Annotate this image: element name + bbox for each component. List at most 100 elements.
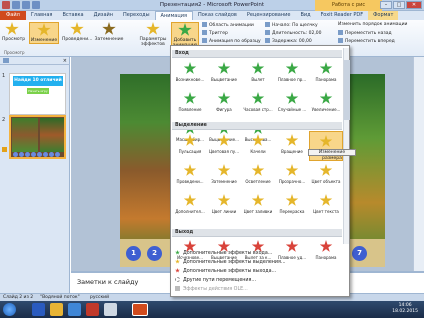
thumb-button: Начать игру [27,88,49,94]
start-field[interactable]: Начало: По щелчку [265,22,318,28]
effect-item[interactable]: Проведени... [173,161,207,191]
close-panel-icon[interactable]: × [63,58,67,64]
effect-wipe[interactable]: Проведени... [62,22,92,42]
effect-label: Увеличение... [311,107,341,112]
tab-animations[interactable]: Анимация [154,11,193,20]
effect-star-icon [217,134,231,146]
effect-item[interactable]: Вращение [275,131,309,161]
effect1-label: Изменение [30,38,58,43]
arrow-up-icon [338,30,343,35]
effect-item[interactable]: Цвет текста [309,191,343,221]
effect-label: Плавное пр... [277,77,307,82]
effect-item[interactable]: Вылет [241,59,275,89]
effect-item[interactable]: Фигура [207,89,241,119]
maximize-button[interactable]: □ [393,1,405,9]
effect-label: Цвет заливки [243,209,273,214]
effect-item[interactable]: Прозрачно... [275,161,309,191]
vertical-scrollbar[interactable] [413,57,424,271]
effect-item[interactable]: Плавное пр... [275,59,309,89]
effect-item[interactable]: Пульсация [173,131,207,161]
start-select[interactable]: По щелчку [292,23,318,28]
painter-label: Анимация по образцу [209,39,261,44]
slides-tab-icon[interactable] [3,58,9,63]
tab-file[interactable]: Файл [0,11,26,20]
effect-item[interactable]: Цвет заливки [241,191,275,221]
tab-slideshow[interactable]: Показ слайдов [193,11,242,20]
effect-item[interactable]: Выцветание [207,59,241,89]
powerpoint-taskbar-icon[interactable] [132,303,148,316]
effect-item[interactable]: Затемнение [207,161,241,191]
duration-input[interactable]: 02,00 [309,31,322,36]
effect-item[interactable]: Цвет линии [207,191,241,221]
effect-item[interactable]: Случайные ... [275,89,309,119]
slide-thumbnail-2[interactable] [9,115,66,159]
effect-label: Перекраска [279,209,305,214]
gallery-scrollbar[interactable] [343,48,350,244]
effect-darken[interactable]: Затемнение [94,22,124,42]
close-button[interactable]: ✕ [406,1,422,9]
move-earlier-button[interactable]: Переместить назад [338,30,392,36]
effect-star-icon [319,62,333,74]
effect-star-icon [251,92,265,104]
tab-view[interactable]: Вид [295,11,315,20]
start-button-icon[interactable] [3,303,16,316]
tab-design[interactable]: Дизайн [89,11,118,20]
effect-item[interactable]: Осветление [241,161,275,191]
tab-transitions[interactable]: Переходы [118,11,155,20]
animation-pane-button[interactable]: Область анимации [202,22,254,28]
tab-format[interactable]: Формат [368,11,399,20]
effect-grow-shrink[interactable]: Изменение [29,22,59,44]
acrobat-icon[interactable] [86,303,99,316]
effect-item[interactable]: Цветовая пу... [207,131,241,161]
effect-star-icon [183,92,197,104]
more-motion-paths[interactable]: Другие пути перемещения... [175,277,256,283]
picture-tools-context-tab: Работа с рис [315,0,382,11]
folder-icon[interactable] [50,303,63,316]
status-slide: Слайд 2 из 2 [3,295,34,300]
paint-icon[interactable] [104,303,117,316]
effect-item[interactable]: Панорама [309,237,343,267]
gallery-scroll-thumb[interactable] [344,60,350,120]
preview-button[interactable]: Просмотр [2,22,25,42]
effect-star-icon [217,194,231,206]
effect-options-button[interactable]: Параметры эффектов [138,22,168,47]
tab-home[interactable]: Главная [26,11,58,20]
title-bar: Презентация2 - Microsoft PowerPoint Рабо… [0,0,424,11]
slide-thumbnail-1[interactable]: Найди 10 отличий Начать игру [9,73,66,115]
number-circle[interactable]: 2 [147,246,162,261]
animation-painter-button[interactable]: Анимация по образцу [202,38,261,44]
delay-input[interactable]: 00,00 [299,39,312,44]
status-theme: "Водяной поток" [40,295,80,300]
media-player-icon[interactable] [68,303,81,316]
effect-item[interactable]: Цвет объекта [309,161,343,191]
tab-insert[interactable]: Вставка [57,11,88,20]
effect2-label: Проведени... [62,37,93,42]
move-later-button[interactable]: Переместить вперед [338,38,395,44]
number-circle[interactable]: 7 [352,246,367,261]
effect-label: Проведени... [176,179,204,184]
number-circle[interactable]: 1 [126,246,141,261]
reorder-label: Изменить порядок анимации [338,22,408,27]
effect-item[interactable]: Увеличение... [309,89,343,119]
effect-item[interactable]: Перекраска [275,191,309,221]
ribbon-tabs: Файл Главная Вставка Дизайн Переходы Ани… [0,11,424,20]
tab-foxit[interactable]: Foxit Reader PDF [316,11,369,20]
more-entrance-effects[interactable]: Дополнительные эффекты входа... [175,250,272,256]
effect-item[interactable]: Возникнове... [173,59,207,89]
effect-label: Цветовая пу... [209,149,239,154]
more-emphasis-effects[interactable]: Дополнительные эффекты выделения... [175,259,286,265]
minimize-button[interactable]: – [380,1,392,9]
delay-field[interactable]: Задержка: 00,00 [265,38,312,44]
word-icon[interactable] [32,303,45,316]
trigger-button[interactable]: Триггер [202,30,228,36]
effect-item[interactable]: Часовая стр... [241,89,275,119]
effect-item[interactable]: Появление [173,89,207,119]
tab-review[interactable]: Рецензирование [242,11,296,20]
more-exit-effects[interactable]: Дополнительные эффекты выхода... [175,268,276,274]
effect-star-icon [285,134,299,146]
effect-item[interactable]: Панорама [309,59,343,89]
effect-item[interactable]: Дополнител... [173,191,207,221]
duration-field[interactable]: Длительность: 02,00 [265,30,322,36]
effect-item[interactable]: Качели [241,131,275,161]
effect-star-icon [102,22,116,35]
